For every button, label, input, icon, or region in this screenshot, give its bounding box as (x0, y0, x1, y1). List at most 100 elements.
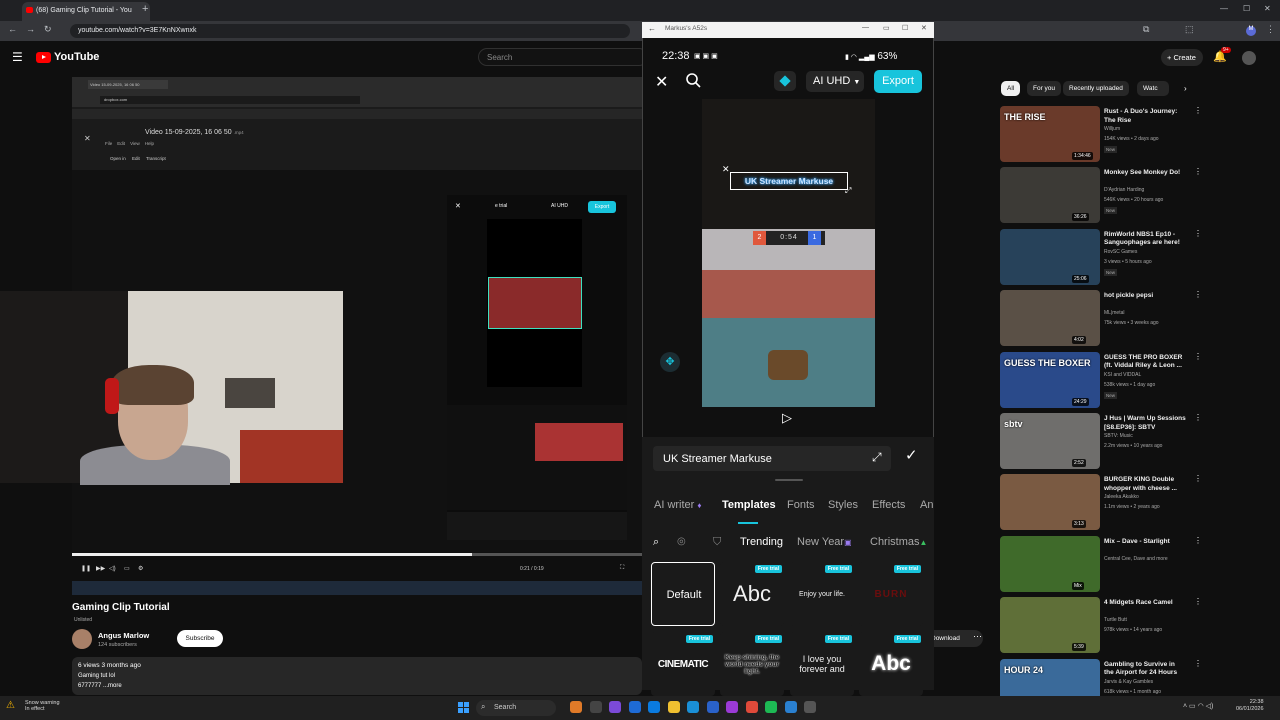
recommendation-thumbnail[interactable]: 3:13 (1000, 474, 1100, 531)
taskbar-app-icon[interactable] (745, 701, 758, 713)
tab-styles[interactable]: Styles (828, 499, 858, 511)
install-icon[interactable]: ⧉ (1143, 24, 1149, 35)
subscribe-button[interactable]: Subscribe (177, 630, 223, 647)
chips-next-icon[interactable]: › (1184, 84, 1187, 93)
youtube-logo[interactable]: YouTube (36, 51, 99, 63)
extensions-icon[interactable]: ⬚ (1185, 24, 1194, 35)
text-overlay-rotate-icon[interactable]: ⤢ (845, 186, 851, 196)
recommendation-title[interactable]: Gambling to Survive in the Airport for 2… (1104, 661, 1186, 678)
template-item[interactable]: Enjoy your life. Free trial (790, 562, 854, 626)
play-icon[interactable]: ▷ (782, 410, 792, 426)
recommendation-thumbnail[interactable]: GUESS THE BOXER 24:29 (1000, 351, 1100, 408)
chip-for-you[interactable]: For you (1027, 81, 1062, 96)
recommendation-channel[interactable]: Central Cee, Dave and more (1104, 556, 1168, 562)
recommendation-thumbnail[interactable]: 36:26 (1000, 167, 1100, 224)
tab-templates[interactable]: Templates (722, 499, 776, 511)
tab-effects[interactable]: Effects (872, 499, 905, 511)
text-overlay-delete-icon[interactable]: ✕ (722, 164, 730, 175)
taskbar-app-icon[interactable] (804, 701, 816, 713)
phone-window-minimize-icon[interactable]: — (862, 24, 869, 31)
recommendation-title[interactable]: Mix – Dave - Starlight (1104, 538, 1186, 547)
recommendation-channel[interactable]: RovSC Games (1104, 249, 1137, 255)
recommendation-item[interactable]: GUESS THE BOXER 24:29 GUESS THE PRO BOXER … (1000, 351, 1202, 412)
recommendation-thumbnail[interactable]: sbtv 2:52 (1000, 413, 1100, 469)
ai-uhd-dropdown[interactable]: AI UHD ▼ (806, 71, 864, 92)
channel-name[interactable]: Angus Marlow (98, 631, 149, 640)
recommendation-item[interactable]: THE RISE 1:34:46 Rust - A Duo's Journey: T… (1000, 106, 1202, 166)
recommendation-channel[interactable]: Turtle Butt (1104, 617, 1127, 623)
taskbar-app-icon[interactable] (765, 701, 777, 713)
phone-window-restore-icon[interactable]: ▭ (883, 24, 890, 32)
minimize-icon[interactable]: — (1220, 4, 1228, 13)
recommendation-channel[interactable]: Jaleeka Akakko (1104, 494, 1139, 500)
skip-icon[interactable]: ▶▶ (96, 565, 105, 572)
taskbar-app-icon[interactable] (628, 701, 641, 713)
recommendation-item[interactable]: Mix Mix – Dave - Starlight Central Cee, Da… (1000, 535, 1202, 596)
account-avatar[interactable] (1242, 51, 1256, 65)
taskbar-clock[interactable]: 22:38 06/01/2026 (1236, 699, 1264, 713)
more-options-icon[interactable]: ⋮ (1194, 536, 1202, 545)
browser-menu-icon[interactable]: ⋮ (1266, 24, 1275, 35)
recommendation-item[interactable]: 3:13 BURGER KING Double whopper with chee… (1000, 474, 1202, 534)
template-item[interactable]: Abc Free trial (859, 632, 923, 696)
captions-icon[interactable]: ▭ (124, 565, 130, 572)
more-options-icon[interactable]: ⋮ (1194, 597, 1202, 606)
chip-all[interactable]: All (1001, 81, 1021, 96)
url-field[interactable]: youtube.com/watch?v=3E7KnNXwnxk (70, 24, 630, 38)
recommendation-channel[interactable]: KSI and VIDDAL (1104, 372, 1141, 378)
taskbar-search[interactable]: Search (476, 700, 556, 716)
recommendation-item[interactable]: 4:02 hot pickle pepsi ML|metal 75k views • … (1000, 290, 1202, 350)
text-input-field[interactable]: UK Streamer Markuse (653, 446, 891, 471)
volume-icon[interactable]: ◁) (109, 565, 116, 572)
bookmark-icon[interactable]: ⛉ (713, 536, 721, 549)
settings-icon[interactable]: ⚙ (138, 565, 143, 572)
recommendation-title[interactable]: hot pickle pepsi (1104, 292, 1186, 301)
recommendation-channel[interactable]: D'Aydrian Harding (1104, 187, 1144, 193)
chip-watched[interactable]: Watc (1137, 81, 1169, 96)
recommendation-item[interactable]: 36:26 Monkey See Monkey Do! D'Aydrian Hard… (1000, 167, 1202, 227)
description-box[interactable] (72, 657, 642, 695)
template-item[interactable]: CINEMATIC Free trial (651, 632, 715, 696)
system-tray-icons[interactable]: ˄ ▭ ◠ ◁) (1183, 702, 1213, 710)
recommendation-channel[interactable]: ML|metal (1104, 310, 1124, 316)
recommendation-item[interactable]: 25:06 RimWorld NBS1 Ep10 - Sanguophages a… (1000, 228, 1202, 289)
export-button[interactable]: Export (874, 70, 922, 93)
recommendation-thumbnail[interactable]: 4:02 (1000, 290, 1100, 347)
weather-widget[interactable]: Snow warning In effect (25, 700, 60, 712)
fullscreen-icon[interactable]: ⛶ (620, 565, 624, 572)
weather-warning-icon[interactable]: ⚠ (6, 700, 15, 711)
browser-tab[interactable]: (68) Gaming Clip Tutorial - You (22, 2, 150, 21)
chip-recently-uploaded[interactable]: Recently uploaded (1063, 81, 1129, 96)
template-search-icon[interactable]: ⌕ (653, 536, 659, 549)
forward-icon[interactable]: → (26, 24, 35, 34)
back-icon[interactable]: ← (8, 24, 17, 34)
taskbar-app-icon[interactable] (648, 701, 660, 713)
recommendation-title[interactable]: J Hus | Warm Up Sessions [S8.EP36]: SBTV (1104, 415, 1186, 432)
phone-back-icon[interactable]: ← (648, 24, 656, 33)
template-item[interactable]: Abc Free trial (720, 562, 784, 626)
more-options-icon[interactable]: ⋮ (1194, 229, 1202, 238)
more-actions-icon[interactable]: ⋯ (973, 631, 982, 642)
hamburger-menu-icon[interactable]: ☰ (12, 50, 23, 64)
more-options-icon[interactable]: ⋮ (1194, 413, 1202, 422)
description-line-2[interactable]: 6777777 ...more (78, 683, 122, 689)
profile-avatar[interactable]: M (1246, 26, 1256, 36)
more-options-icon[interactable]: ⋮ (1194, 290, 1202, 299)
recommendation-title[interactable]: BURGER KING Double whopper with cheese .… (1104, 476, 1186, 493)
subtab-christmas[interactable]: Christmas▲ (870, 536, 934, 548)
expand-icon[interactable]: ⤢ (872, 450, 882, 465)
recommendation-title[interactable]: Monkey See Monkey Do! (1104, 169, 1186, 178)
youtube-search-input[interactable]: Search (478, 48, 648, 66)
taskbar-app-icon[interactable] (667, 701, 680, 713)
pause-icon[interactable]: ❚❚ (81, 565, 91, 572)
taskbar-app-icon[interactable] (589, 701, 602, 713)
template-favorite-icon[interactable]: ◎ (677, 536, 686, 547)
recommendation-channel[interactable]: Willjum (1104, 126, 1120, 132)
taskbar-app-icon[interactable] (609, 701, 621, 713)
reload-icon[interactable]: ↻ (44, 24, 52, 35)
recommendation-thumbnail[interactable]: Mix (1000, 535, 1100, 592)
tab-fonts[interactable]: Fonts (787, 499, 815, 511)
move-handle-icon[interactable]: ✥ (660, 352, 680, 372)
create-button[interactable]: + Create (1161, 49, 1203, 66)
windows-start-icon[interactable] (458, 702, 469, 713)
